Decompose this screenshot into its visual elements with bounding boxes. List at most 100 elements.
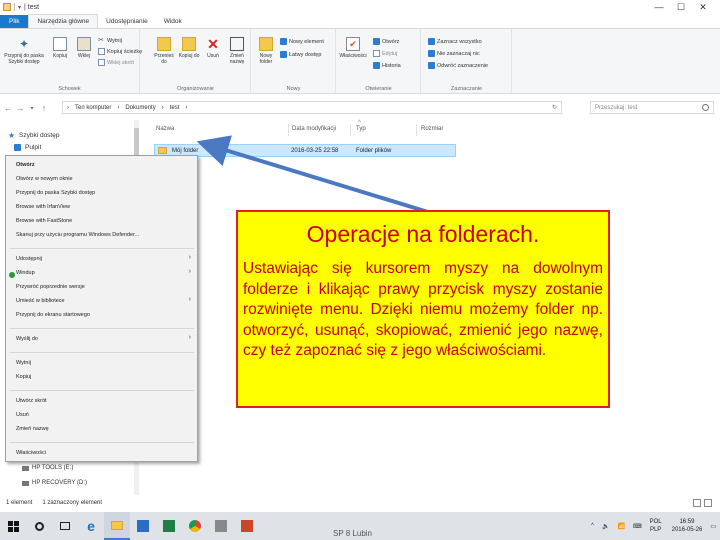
nav-item-quick-access[interactable]: ★ Szybki dostęp [8, 132, 59, 140]
breadcrumb-this-pc[interactable]: Ten komputer [75, 105, 111, 111]
new-folder-label: Nowy folder [259, 53, 273, 65]
menu-item-pin-quick-access[interactable]: Przypnij do paska Szybki dostęp [16, 190, 95, 196]
menu-item-windows-defender[interactable]: Skanuj przy użyciu programu Windows Defe… [16, 232, 139, 238]
chrome-button[interactable] [182, 512, 208, 540]
store-button[interactable] [130, 512, 156, 540]
history-button[interactable]: Historia [373, 62, 401, 69]
chevron-up-icon[interactable]: ^ [591, 523, 594, 529]
status-item-count: 1 element [6, 500, 33, 506]
cut-button[interactable]: ✂ Wytnij [98, 37, 122, 44]
ribbon-group-select: Zaznacz wszystko Nie zaznaczaj nic Odwró… [422, 29, 512, 94]
nav-item-desktop[interactable]: Pulpit [14, 144, 41, 151]
pin-quick-access-button[interactable]: ✦ Przypnij do paska Szybki dostęp [4, 37, 44, 65]
network-icon[interactable]: 📶 [617, 523, 624, 530]
address-bar[interactable]: › Ten komputer › Dokumenty › test › ↻ [62, 101, 562, 114]
menu-item-properties[interactable]: Właściwości [16, 450, 46, 456]
file-date: 2016-03-25 22:58 [291, 147, 339, 154]
tab-view[interactable]: Widok [156, 15, 190, 28]
refresh-icon[interactable]: ↻ [552, 104, 557, 111]
tab-share[interactable]: Udostępnianie [98, 15, 156, 28]
copy-folder-icon [182, 37, 196, 51]
breadcrumb-documents[interactable]: Dokumenty [125, 105, 155, 111]
menu-item-open[interactable]: Otwórz [16, 162, 35, 168]
menu-item-faststone[interactable]: Browse with FastStone [16, 218, 72, 224]
select-all-button[interactable]: Zaznacz wszystko [428, 38, 482, 45]
table-row[interactable]: Mój folder 2016-03-25 22:58 Folder plikó… [154, 144, 456, 157]
minimize-button[interactable]: — [648, 0, 670, 14]
column-divider[interactable] [416, 124, 417, 136]
mail-button[interactable] [208, 512, 234, 540]
menu-item-open-new-window[interactable]: Otwórz w nowym oknie [16, 176, 73, 182]
language-indicator[interactable]: POL PLP [650, 518, 662, 534]
search-taskbar-button[interactable] [26, 512, 52, 540]
quick-access-dropdown-icon[interactable]: ▾ [18, 4, 21, 11]
tab-file[interactable]: Plik [0, 15, 29, 28]
menu-item-create-shortcut[interactable]: Utwórz skrót [16, 398, 47, 404]
edit-button[interactable]: Edytuj [373, 50, 397, 57]
volume-icon[interactable]: 🔈 [602, 523, 609, 530]
search-input[interactable]: Przeszukaj: test [590, 101, 714, 114]
powerpoint-button[interactable] [234, 512, 260, 540]
close-button[interactable]: ✕ [692, 0, 714, 14]
column-header-size[interactable]: Rozmiar [421, 126, 443, 132]
nav-item-drive-d[interactable]: HP RECOVERY (D:) [22, 480, 87, 486]
new-folder-button[interactable]: Nowy folder [254, 37, 278, 65]
keyboard-icon[interactable]: ⌨ [633, 523, 642, 530]
maximize-button[interactable]: ☐ [670, 0, 692, 14]
copy-to-button[interactable]: Kopiuj do [177, 37, 201, 59]
scissors-icon: ✂ [98, 37, 104, 44]
menu-item-include-library[interactable]: Umieść w bibliotece [16, 298, 65, 304]
menu-item-copy[interactable]: Kopiuj [16, 374, 31, 380]
back-arrow-icon[interactable]: ← [2, 103, 14, 113]
copy-icon [53, 37, 67, 51]
menu-item-delete[interactable]: Usuń [16, 412, 29, 418]
column-header-name[interactable]: Nazwa [156, 126, 174, 132]
open-button[interactable]: Otwórz [373, 38, 399, 45]
tab-home[interactable]: Narzędzia główne [28, 14, 99, 28]
delete-button[interactable]: ✕ Usuń [203, 37, 223, 59]
menu-item-restore-previous[interactable]: Przywróć poprzednie wersje [16, 284, 85, 290]
column-header-date[interactable]: Data modyfikacji [292, 126, 336, 132]
invert-selection-button[interactable]: Odwróć zaznaczenie [428, 62, 488, 69]
recent-chevron-down-icon[interactable]: ▾ [26, 105, 38, 112]
excel-button[interactable] [156, 512, 182, 540]
column-divider[interactable] [288, 124, 289, 136]
paste-button[interactable]: Wklej [74, 37, 94, 59]
menu-item-pin-start[interactable]: Przypnij do ekranu startowego [16, 312, 90, 318]
task-view-icon [60, 522, 70, 530]
menu-item-irfanview[interactable]: Browse with IrfanView [16, 204, 70, 210]
menu-item-send-to[interactable]: Wyślij do [16, 336, 38, 342]
forward-arrow-icon[interactable]: → [14, 103, 26, 113]
easy-access-button[interactable]: Łatwy dostęp [280, 51, 321, 58]
start-button[interactable] [0, 512, 26, 540]
menu-item-windup[interactable]: Windup [16, 270, 35, 276]
file-explorer-button[interactable] [104, 512, 130, 540]
up-arrow-icon[interactable]: ↑ [38, 103, 50, 113]
copy-path-button[interactable]: Kopiuj ścieżkę [98, 48, 142, 55]
move-to-button[interactable]: Przenieś do [151, 37, 177, 65]
task-view-button[interactable] [52, 512, 78, 540]
properties-icon: ✔ [346, 37, 360, 51]
menu-item-share[interactable]: Udostępnij [16, 256, 42, 262]
search-icon [702, 104, 709, 111]
edge-button[interactable]: e [78, 512, 104, 540]
store-icon [137, 520, 149, 532]
large-icons-view-icon[interactable] [704, 499, 712, 507]
menu-item-cut[interactable]: Wytnij [16, 360, 31, 366]
paste-shortcut-button[interactable]: Wklej skrót [98, 59, 134, 66]
select-none-button[interactable]: Nie zaznaczaj nic [428, 50, 480, 57]
nav-item-drive-e[interactable]: HP TOOLS (E:) [22, 465, 73, 471]
rename-button[interactable]: Zmień nazwę [225, 37, 249, 65]
breadcrumb-test[interactable]: test [170, 105, 180, 111]
new-item-button[interactable]: Nowy element [280, 38, 324, 45]
notifications-icon[interactable]: ▭ [710, 523, 716, 530]
details-view-icon[interactable] [693, 499, 701, 507]
column-divider[interactable] [350, 124, 351, 136]
shortcut-icon [98, 59, 105, 66]
column-header-type[interactable]: Typ [356, 126, 366, 132]
copy-button[interactable]: Kopiuj [48, 37, 72, 59]
menu-item-rename[interactable]: Zmień nazwę [16, 426, 49, 432]
menu-divider [10, 328, 194, 329]
clock[interactable]: 16:59 2016-05-26 [672, 518, 703, 534]
properties-button[interactable]: ✔ Właściwości [339, 37, 367, 59]
